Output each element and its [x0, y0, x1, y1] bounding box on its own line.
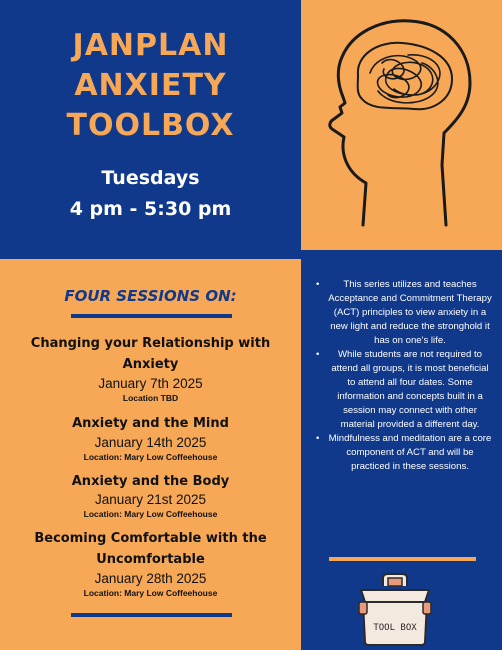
sessions-heading: FOUR SESSIONS ON:: [64, 287, 237, 305]
schedule-time: 4 pm - 5:30 pm: [69, 198, 232, 220]
schedule-day: Tuesdays: [101, 167, 200, 189]
list-item: This series utilizes and teaches Accepta…: [316, 278, 492, 348]
list-item: Mindfulness and meditation are a core co…: [316, 432, 492, 474]
list-item: While students are not required to atten…: [316, 348, 492, 432]
session-1-location: Location TBD: [122, 393, 179, 403]
session-4-date: January 28th 2025: [94, 571, 207, 586]
session-1-title-line-1: Changing your Relationship with: [30, 336, 271, 351]
session-3-location: Location: Mary Low Coffeehouse: [83, 509, 218, 519]
head-with-tangled-thoughts-icon: [328, 19, 472, 227]
description-list: This series utilizes and teaches Accepta…: [316, 278, 492, 474]
session-3-title: Anxiety and the Body: [71, 474, 230, 489]
toolbox-label: TOOL BOX: [373, 623, 417, 633]
title-line-1: JANPLAN: [72, 28, 229, 63]
flyer: JANPLAN ANXIETY TOOLBOX Tuesdays 4 pm - …: [0, 0, 502, 650]
divider: [71, 613, 232, 617]
title-line-3: TOOLBOX: [66, 108, 235, 143]
session-2-title: Anxiety and the Mind: [72, 416, 229, 431]
session-2-date: January 14th 2025: [94, 435, 207, 450]
session-4-title-line-2: Uncomfortable: [96, 552, 205, 567]
divider: [71, 314, 232, 318]
session-1-date: January 7th 2025: [98, 376, 203, 391]
divider: [329, 557, 476, 561]
session-1-title-line-2: Anxiety: [122, 357, 179, 372]
title-line-2: ANXIETY: [74, 68, 227, 103]
session-4-location: Location: Mary Low Coffeehouse: [83, 588, 218, 598]
session-3-date: January 21st 2025: [94, 492, 207, 507]
session-4-title-line-1: Becoming Comfortable with the: [34, 531, 267, 546]
toolbox-icon: TOOL BOX: [358, 573, 432, 646]
session-2-location: Location: Mary Low Coffeehouse: [83, 452, 218, 462]
